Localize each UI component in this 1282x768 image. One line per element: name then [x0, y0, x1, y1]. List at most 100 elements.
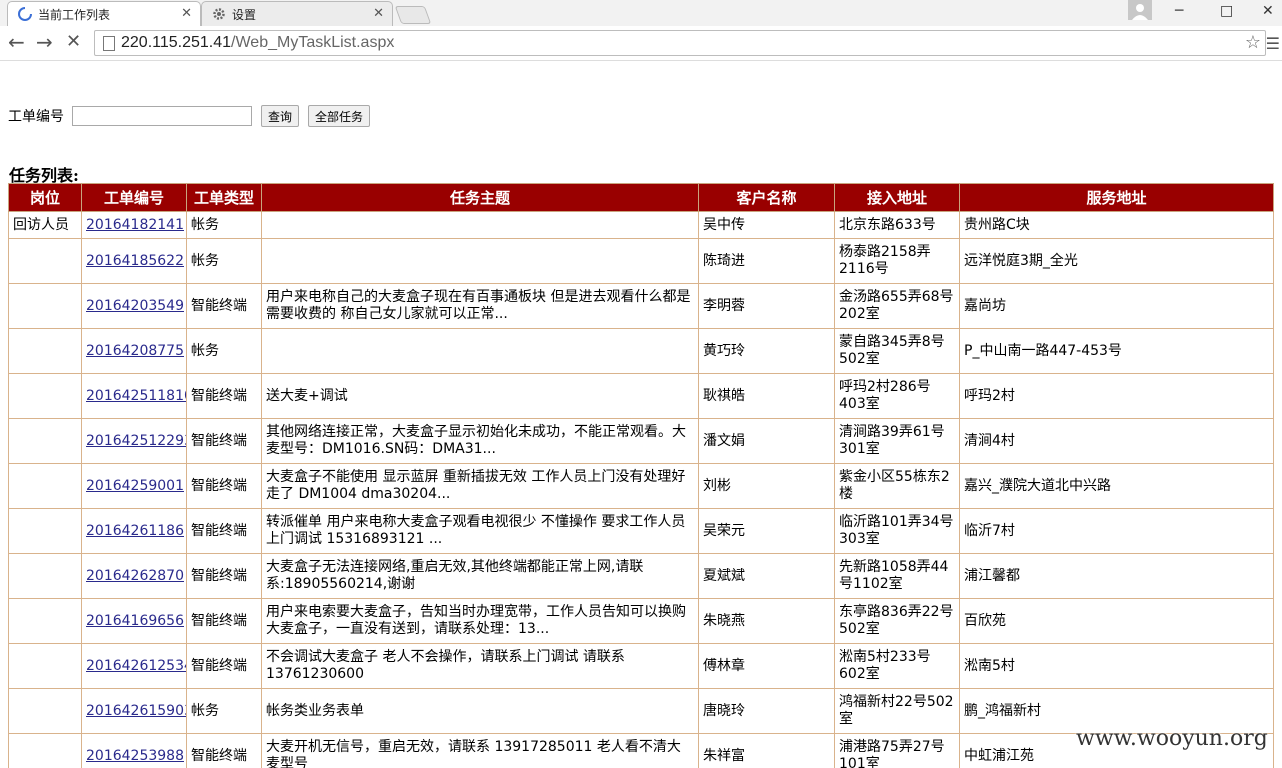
maximize-button[interactable]: □	[1220, 3, 1233, 19]
tab-close-icon[interactable]: ✕	[373, 6, 384, 21]
order-id-link[interactable]: 20164259001	[86, 478, 184, 494]
loading-spinner-icon	[18, 7, 32, 21]
close-window-button[interactable]: ✕	[1262, 3, 1274, 19]
watermark: www.wooyun.org	[1076, 726, 1268, 751]
cell-service-address: 贵州路C块	[959, 211, 1274, 239]
order-id-link[interactable]: 20164261186	[86, 523, 184, 539]
stop-loading-icon[interactable]: ✕	[66, 32, 81, 52]
order-id-link[interactable]: 20164262870	[86, 568, 184, 584]
cell-customer: 吴中传	[698, 211, 835, 239]
address-bar[interactable]: 220.115.251.41/Web_MyTaskList.aspx ☆	[94, 30, 1266, 56]
col-header-subject: 任务主题	[261, 183, 699, 212]
user-profile-icon[interactable]	[1128, 0, 1152, 20]
cell-order-id: 201642615903	[81, 688, 187, 734]
cell-subject: 不会调试大麦盒子 老人不会操作，请联系上门调试 请联系13761230600	[261, 643, 699, 689]
gear-icon	[212, 7, 226, 21]
table-row: 201642511810 智能终端 送大麦+调试 耿祺皓 呼玛2村286号403室 呼玛2…	[8, 373, 1274, 419]
order-id-link[interactable]: 201642511810	[86, 388, 186, 404]
tab-current-tasks[interactable]: 当前工作列表 ✕	[7, 1, 201, 26]
cell-role: 回访人员	[8, 211, 82, 239]
order-id-link[interactable]: 201642615903	[86, 703, 186, 719]
menu-icon[interactable]: ☰	[1266, 34, 1280, 53]
cell-subject	[261, 328, 699, 374]
col-header-service-address: 服务地址	[959, 183, 1274, 212]
cell-role	[8, 238, 82, 284]
cell-order-type: 智能终端	[186, 508, 262, 554]
url-text[interactable]: 220.115.251.41/Web_MyTaskList.aspx	[121, 34, 394, 52]
cell-order-id: 201642511810	[81, 373, 187, 419]
browser-toolbar: ← → ✕ 220.115.251.41/Web_MyTaskList.aspx…	[0, 26, 1282, 61]
order-number-input[interactable]	[72, 106, 252, 126]
cell-customer: 朱祥富	[698, 733, 835, 768]
cell-subject: 用户来电索要大麦盒子，告知当时办理宽带，工作人员告知可以换购大麦盒子，一直没有送…	[261, 598, 699, 644]
cell-access-address: 先新路1058弄44号1102室	[834, 553, 960, 599]
cell-customer: 朱晓燕	[698, 598, 835, 644]
cell-role	[8, 553, 82, 599]
cell-order-type: 智能终端	[186, 463, 262, 509]
order-id-link[interactable]: 20164253988	[86, 748, 184, 764]
cell-subject	[261, 211, 699, 239]
col-header-role: 岗位	[8, 183, 82, 212]
cell-order-id: 201642512293	[81, 418, 187, 464]
cell-customer: 唐晓玲	[698, 688, 835, 734]
tab-settings[interactable]: 设置 ✕	[201, 1, 393, 26]
bookmark-star-icon[interactable]: ☆	[1245, 32, 1261, 53]
cell-subject	[261, 238, 699, 284]
cell-service-address: 嘉兴_濮院大道北中兴路	[959, 463, 1274, 509]
cell-service-address: 浦江馨都	[959, 553, 1274, 599]
order-id-link[interactable]: 20164182141	[86, 217, 184, 233]
cell-customer: 李明蓉	[698, 283, 835, 329]
tab-close-icon[interactable]: ✕	[181, 6, 192, 21]
cell-order-id: 20164208775	[81, 328, 187, 374]
table-row: 20164185622 帐务 陈琦进 杨泰路2158弄2116号 远洋悦庭3期_全光	[8, 238, 1274, 284]
page-content: 工单编号 查询 全部任务 任务列表: 岗位 工单编号 工单类型 任务主题 客户名…	[0, 61, 1282, 768]
order-id-link[interactable]: 20164208775	[86, 343, 184, 359]
tab-label: 当前工作列表	[38, 7, 111, 22]
order-id-link[interactable]: 201642512293	[86, 433, 186, 449]
table-row: 20164203549 智能终端 用户来电称自己的大麦盒子现在有百事通板块 但是进去…	[8, 283, 1274, 329]
back-arrow-icon[interactable]: ←	[8, 32, 25, 52]
query-button[interactable]: 查询	[261, 105, 300, 127]
cell-role	[8, 733, 82, 768]
cell-order-type: 智能终端	[186, 373, 262, 419]
cell-role	[8, 508, 82, 554]
cell-service-address: P_中山南一路447-453号	[959, 328, 1274, 374]
tab-label: 设置	[232, 7, 257, 22]
all-tasks-button[interactable]: 全部任务	[308, 105, 371, 127]
cell-subject: 用户来电称自己的大麦盒子现在有百事通板块 但是进去观看什么都是需要收费的 称自己…	[261, 283, 699, 329]
cell-role	[8, 283, 82, 329]
cell-access-address: 清涧路39弄61号301室	[834, 418, 960, 464]
cell-subject: 大麦开机无信号，重启无效，请联系 13917285011 老人看不清大麦型号	[261, 733, 699, 768]
cell-access-address: 淞南5村233号602室	[834, 643, 960, 689]
cell-access-address: 东亭路836弄22号502室	[834, 598, 960, 644]
order-id-link[interactable]: 20164185622	[86, 253, 184, 269]
table-row: 20164169656 智能终端 用户来电索要大麦盒子，告知当时办理宽带，工作人员告…	[8, 598, 1274, 644]
url-host: 220.115.251.41	[121, 34, 232, 51]
minimize-button[interactable]: ─	[1175, 3, 1183, 19]
order-id-link[interactable]: 20164203549	[86, 298, 184, 314]
cell-role	[8, 643, 82, 689]
cell-access-address: 杨泰路2158弄2116号	[834, 238, 960, 284]
page-icon	[103, 36, 115, 51]
cell-order-id: 20164185622	[81, 238, 187, 284]
cell-order-id: 20164253988	[81, 733, 187, 768]
cell-role	[8, 463, 82, 509]
cell-order-type: 智能终端	[186, 283, 262, 329]
table-row: 20164208775 帐务 黄巧玲 蒙自路345弄8号502室 P_中山南一路447-…	[8, 328, 1274, 374]
cell-order-id: 20164169656	[81, 598, 187, 644]
cell-order-type: 智能终端	[186, 418, 262, 464]
cell-role	[8, 688, 82, 734]
order-id-link[interactable]: 201642612534	[86, 658, 186, 674]
cell-access-address: 金汤路655弄68号202室	[834, 283, 960, 329]
table-row: 回访人员 20164182141 帐务 吴中传 北京东路633号 贵州路C块	[8, 211, 1274, 239]
forward-arrow-icon[interactable]: →	[36, 32, 53, 52]
cell-customer: 傅林章	[698, 643, 835, 689]
order-number-label: 工单编号	[8, 109, 64, 125]
cell-order-id: 201642612534	[81, 643, 187, 689]
cell-role	[8, 598, 82, 644]
new-tab-button[interactable]	[394, 6, 432, 24]
order-id-link[interactable]: 20164169656	[86, 613, 184, 629]
cell-order-id: 20164182141	[81, 211, 187, 239]
cell-order-id: 20164261186	[81, 508, 187, 554]
cell-subject: 其他网络连接正常，大麦盒子显示初始化未成功，不能正常观看。大麦型号：DM1016…	[261, 418, 699, 464]
